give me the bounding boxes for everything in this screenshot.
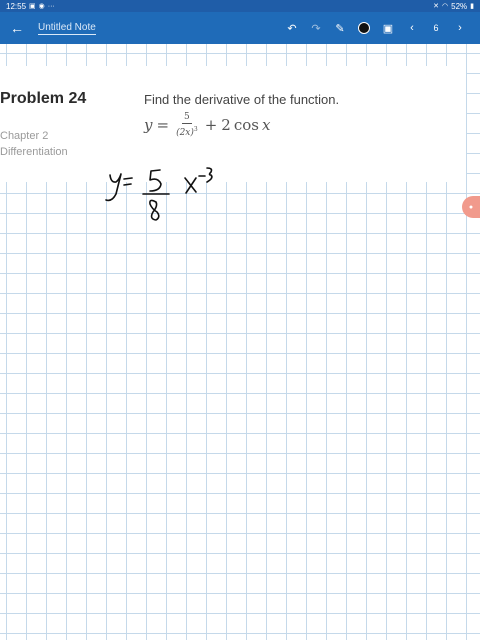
problem-instruction: Find the derivative of the function.	[144, 92, 340, 107]
page-number: 6	[433, 23, 439, 33]
formula-variable: x	[261, 116, 271, 134]
formula-denominator-exponent: 3	[193, 125, 198, 133]
problem-card: Problem 24 Chapter 2 Differentiation Fin…	[0, 66, 466, 182]
toolbar-tools: ↶ ↷ ✎ ▣ ‹ 6 ›	[280, 16, 472, 40]
formula-denominator-base: (2x)	[176, 127, 194, 138]
floating-helper-badge[interactable]: ●	[462, 196, 480, 218]
formula-numerator: 5	[182, 111, 192, 124]
problem-formula: y = 5 (2x)3 + 2 cos x	[144, 108, 270, 142]
problem-title: Problem 24	[0, 90, 87, 107]
image-icon[interactable]: ▣	[376, 16, 400, 40]
mute-icon: ✕	[433, 2, 440, 10]
note-canvas[interactable]: Problem 24 Chapter 2 Differentiation Fin…	[0, 44, 480, 640]
back-arrow-icon[interactable]: ←	[8, 20, 26, 36]
helper-logo-icon: ●	[468, 203, 474, 211]
camera-notification-icon: ◉	[38, 2, 45, 10]
pen-icon[interactable]: ✎	[328, 16, 352, 40]
formula-coefficient: 2	[221, 116, 231, 134]
app-toolbar: ← Untitled Note ↶ ↷ ✎ ▣ ‹ 6 ›	[0, 12, 480, 44]
note-title[interactable]: Untitled Note	[38, 22, 96, 35]
color-dot-icon	[358, 22, 370, 34]
section-label: Differentiation	[0, 146, 68, 158]
formula-function: cos	[233, 116, 259, 134]
formula-denominator: (2x)3	[176, 124, 198, 139]
formula-fraction: 5 (2x)3	[176, 112, 198, 139]
more-notifications-icon: ···	[47, 2, 55, 10]
battery-level: 52%	[451, 1, 468, 11]
formula-plus: +	[204, 116, 218, 134]
undo-icon[interactable]: ↶	[280, 16, 304, 40]
redo-icon[interactable]: ↷	[304, 16, 328, 40]
wifi-icon: ◠	[442, 2, 449, 10]
formula-lhs: y	[144, 116, 153, 134]
prev-page-icon[interactable]: ‹	[400, 16, 424, 40]
gallery-notification-icon: ▣	[29, 2, 36, 10]
next-page-icon[interactable]: ›	[448, 16, 472, 40]
pen-color-button[interactable]	[352, 16, 376, 40]
formula-equals: =	[156, 116, 170, 134]
chapter-label: Chapter 2	[0, 130, 49, 142]
status-time: 12:55	[6, 1, 27, 11]
battery-icon: ▮	[470, 2, 474, 10]
status-bar: 12:55 ▣ ◉ ··· ✕ ◠ 52% ▮	[0, 0, 480, 12]
